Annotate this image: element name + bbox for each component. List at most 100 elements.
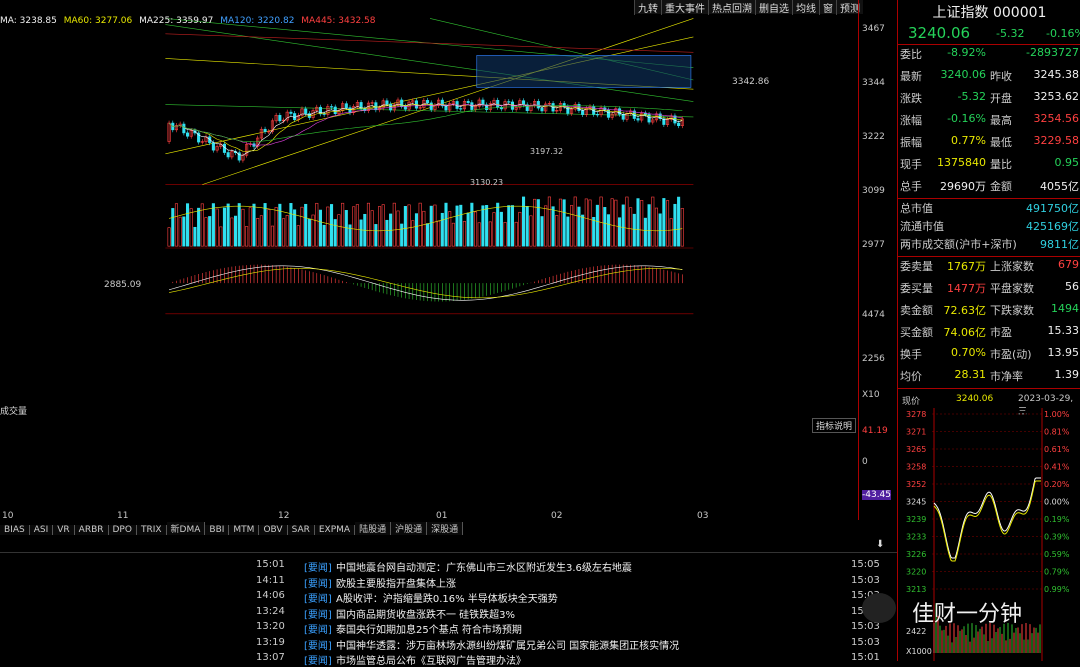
indicator-tab[interactable]: SAR [287, 525, 315, 535]
ma120-value: MA120: 3220.82 [220, 16, 295, 26]
quote-key: 委买量 [900, 282, 933, 295]
divider [898, 44, 1080, 45]
news-item[interactable]: 13:24 [要闻] 国内商品期货收盘涨跌不一 硅铁跌超3% 15:03 [0, 606, 897, 621]
news-headline[interactable]: 市场监管总局公布《互联网广告管理办法》 [336, 652, 526, 667]
indicator-tab[interactable]: ASI [29, 525, 54, 535]
intraday-pct-tick: 0.20% [1044, 480, 1070, 489]
macd-tick: -43.45 [862, 490, 892, 500]
price-tick: 3099 [862, 186, 885, 196]
indicator-tab[interactable]: 沪股通 [391, 522, 428, 535]
indicator-tab[interactable]: VR [53, 525, 75, 535]
chart-toolbar: 九转 重大事件 热点回溯 删自选 均线窗预测 [634, 0, 863, 15]
quote-key: 现手 [900, 158, 922, 171]
indicator-tab[interactable]: MTM [229, 525, 260, 535]
news-item[interactable]: 13:07 [要闻] 市场监管总局公布《互联网广告管理办法》 15:01 [0, 652, 897, 667]
intraday-price-tick: 3271 [906, 428, 926, 437]
news-time: 13:24 [256, 605, 285, 617]
news-headline[interactable]: 欧股主要股指开盘集体上涨 [336, 575, 456, 590]
news-tag: [要闻] [304, 563, 332, 574]
quote-value: 425169亿 [1026, 220, 1079, 233]
intraday-pct-tick: 0.61% [1044, 445, 1070, 454]
ma-value: MA: 3238.85 [0, 16, 57, 26]
watermark: 佳财一分钟 [912, 602, 1023, 627]
volume-label: 成交量 [0, 407, 28, 417]
quote-row: 买金额 74.06亿 市盈 15.33 [898, 324, 1080, 345]
news-time-right: 15:01 [851, 652, 880, 663]
quote-key: 平盘家数 [990, 282, 1034, 295]
kline-chart[interactable] [0, 0, 860, 320]
indicator-tab[interactable]: 陆股通 [355, 522, 392, 535]
quote-value: 3240.06 [940, 68, 987, 81]
macd-tick: 41.19 [862, 426, 888, 436]
quote-key: 委卖量 [900, 260, 933, 273]
indicator-tab[interactable]: BBI [205, 525, 230, 535]
news-tag: [要闻] [304, 656, 332, 667]
indicator-tab[interactable]: BIAS [0, 525, 30, 535]
ma60-value: MA60: 3277.06 [63, 16, 133, 26]
quote-value: 29690万 [940, 180, 986, 193]
news-headline[interactable]: 中国地震台网自动测定：广东佛山市三水区附近发生3.6级左右地震 [336, 559, 632, 574]
quote-key: 均价 [900, 370, 922, 383]
toolbar-jiuzhuan[interactable]: 九转 [634, 0, 661, 15]
intraday-price-tick: 3245 [906, 498, 926, 507]
news-time-right: 15:05 [851, 559, 880, 570]
indicator-tab[interactable]: ARBR [74, 525, 109, 535]
news-headline[interactable]: 中国神华透露：涉万亩林场水源纠纷煤矿属兄弟公司 国家能源集团正核实情况 [336, 637, 679, 652]
news-item[interactable]: 13:20 [要闻] 泰国央行如期加息25个基点 符合市场预期 15:03 [0, 621, 897, 636]
toolbar-major-events[interactable]: 重大事件 [661, 0, 708, 15]
news-headline[interactable]: A股收评：沪指缩量跌0.16% 半导体板块全天强势 [336, 590, 558, 605]
toolbar-ma[interactable]: 均线 [792, 0, 819, 15]
month-label: 11 [117, 511, 129, 521]
quote-value: 3229.58 [1033, 134, 1080, 147]
quote-row: 总手 29690万 金额 4055亿 [898, 178, 1080, 199]
news-item[interactable]: 14:06 [要闻] A股收评：沪指缩量跌0.16% 半导体板块全天强势 15:… [0, 590, 897, 605]
ma225-value: MA225: 3359.97 [139, 16, 214, 26]
toolbar-remove-watch[interactable]: 删自选 [755, 0, 792, 15]
quote-row: 现手 1375840 量比 0.95 [898, 156, 1080, 177]
month-label: 10 [2, 511, 14, 521]
indicator-tab[interactable]: OBV [259, 525, 288, 535]
quote-value: 0.70% [951, 346, 986, 359]
intraday-pct-tick: 0.81% [1044, 428, 1070, 437]
quote-key: 量比 [990, 158, 1012, 171]
quote-key: 委比 [900, 48, 922, 61]
news-item[interactable]: 14:11 [要闻] 欧股主要股指开盘集体上涨 15:03 [0, 575, 897, 590]
news-headline[interactable]: 国内商品期货收盘涨跌不一 硅铁跌超3% [336, 606, 515, 621]
quote-value: 74.06亿 [943, 326, 987, 339]
intraday-pct-tick: 0.41% [1044, 463, 1070, 472]
last-price: 3240.06 [908, 24, 971, 42]
quote-value: -5.32 [957, 90, 986, 103]
download-icon[interactable]: ⬇ [876, 539, 890, 551]
news-headline[interactable]: 泰国央行如期加息25个基点 符合市场预期 [336, 621, 522, 636]
indicator-tab[interactable]: TRIX [136, 525, 167, 535]
indicator-tab[interactable]: 深股通 [427, 522, 464, 535]
news-tag: [要闻] [304, 625, 332, 636]
news-item[interactable]: 13:19 [要闻] 中国神华透露：涉万亩林场水源纠纷煤矿属兄弟公司 国家能源集… [0, 637, 897, 652]
news-item[interactable]: 15:01 [要闻] 中国地震台网自动测定：广东佛山市三水区附近发生3.6级左右… [0, 559, 897, 574]
quote-value: 1494 [1051, 302, 1079, 315]
quote-key: 市盈(动) [990, 348, 1032, 361]
price-tick: 3222 [862, 132, 885, 142]
quote-value: 0.95 [1054, 156, 1080, 169]
toolbar-hotspot[interactable]: 热点回溯 [708, 0, 755, 15]
intraday-pct-tick: 0.79% [1044, 568, 1070, 577]
price-pct: -0.16% [1046, 27, 1080, 40]
intraday-price-tick: 3233 [906, 533, 926, 542]
month-axis: 10 11 12 01 02 03 [0, 511, 860, 522]
divider [898, 198, 1080, 199]
volume-tick: 2256 [862, 354, 885, 364]
quote-row: 最新 3240.06 昨收 3245.38 [898, 68, 1080, 89]
indicator-tab[interactable]: DPO [108, 525, 137, 535]
news-time: 15:01 [256, 559, 285, 570]
quote-row: 涨幅 -0.16% 最高 3254.56 [898, 112, 1080, 133]
indicator-tab[interactable]: EXPMA [314, 525, 356, 535]
news-time: 13:07 [256, 652, 285, 663]
toolbar-window[interactable]: 窗 [819, 0, 836, 15]
wechat-icon [862, 593, 896, 623]
news-time: 13:19 [256, 636, 285, 648]
macd-help-button[interactable]: 指标说明 [812, 418, 857, 433]
quote-value: 9811亿 [1040, 238, 1079, 251]
indicator-tab[interactable]: 新DMA [166, 522, 206, 535]
quote-value: -0.16% [947, 112, 986, 125]
indicator-tabs: BIAS ASI VR ARBR DPO TRIX 新DMA BBI MTM OBV SAR EXPM… [0, 522, 464, 536]
